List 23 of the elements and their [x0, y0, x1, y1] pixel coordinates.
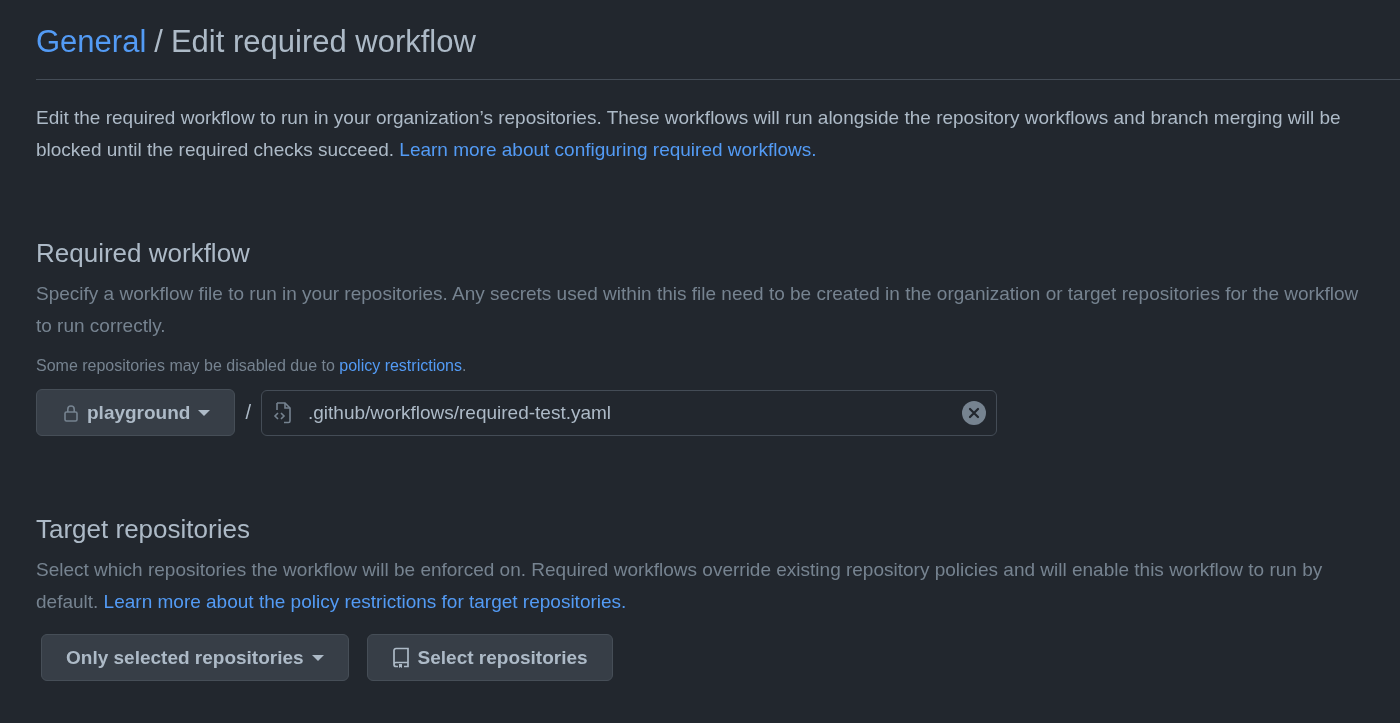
policy-restrictions-link[interactable]: policy restrictions [339, 357, 462, 374]
clear-icon[interactable] [962, 400, 986, 425]
section-heading: Target repositories [36, 513, 251, 546]
caret-icon [198, 409, 211, 416]
workflow-path-field[interactable]: .github/workflows/required-test.yaml [261, 389, 997, 436]
general-link[interactable]: General [36, 18, 147, 66]
section-description: Specify a workflow file to run in your repositories. Any secrets used within this file need to be created in the organization or target repositories for the workflow to run correctly. [36, 282, 1360, 338]
section-description: Select which repositories the workflow will be enforced on. Required workflows override existing repository policies and will enable this workflow to run by default. Learn more about the policy restrictions for target repositories. [36, 558, 1324, 614]
section-heading: Required workflow [36, 237, 251, 270]
select-repositories-button[interactable]: Select repositories [366, 634, 613, 681]
path-separator: / [245, 401, 251, 424]
lock-icon [63, 403, 79, 422]
learn-more-link[interactable]: Learn more about configuring required workflows. [399, 139, 817, 160]
breadcrumb-separator: / [154, 23, 163, 61]
learn-more-link[interactable]: Learn more about the policy restrictions for target repositories. [103, 591, 627, 612]
page-title: Edit required workflow [170, 23, 476, 61]
caret-icon [311, 654, 324, 661]
code-file-icon [273, 401, 293, 424]
policy-note: Some repositories may be disabled due to policy restrictions. [36, 356, 468, 376]
repository-icon [391, 646, 410, 669]
scope-dropdown[interactable]: Only selected repositories [41, 634, 349, 681]
repository-dropdown[interactable]: playground [36, 389, 236, 436]
intro-text: Edit the required workflow to run in your organization’s repositories. These workflows will run alongside the repository workflows and branch merging will be blocked until the required checks succeed. Learn more about configuring required workflows. [36, 106, 1342, 162]
